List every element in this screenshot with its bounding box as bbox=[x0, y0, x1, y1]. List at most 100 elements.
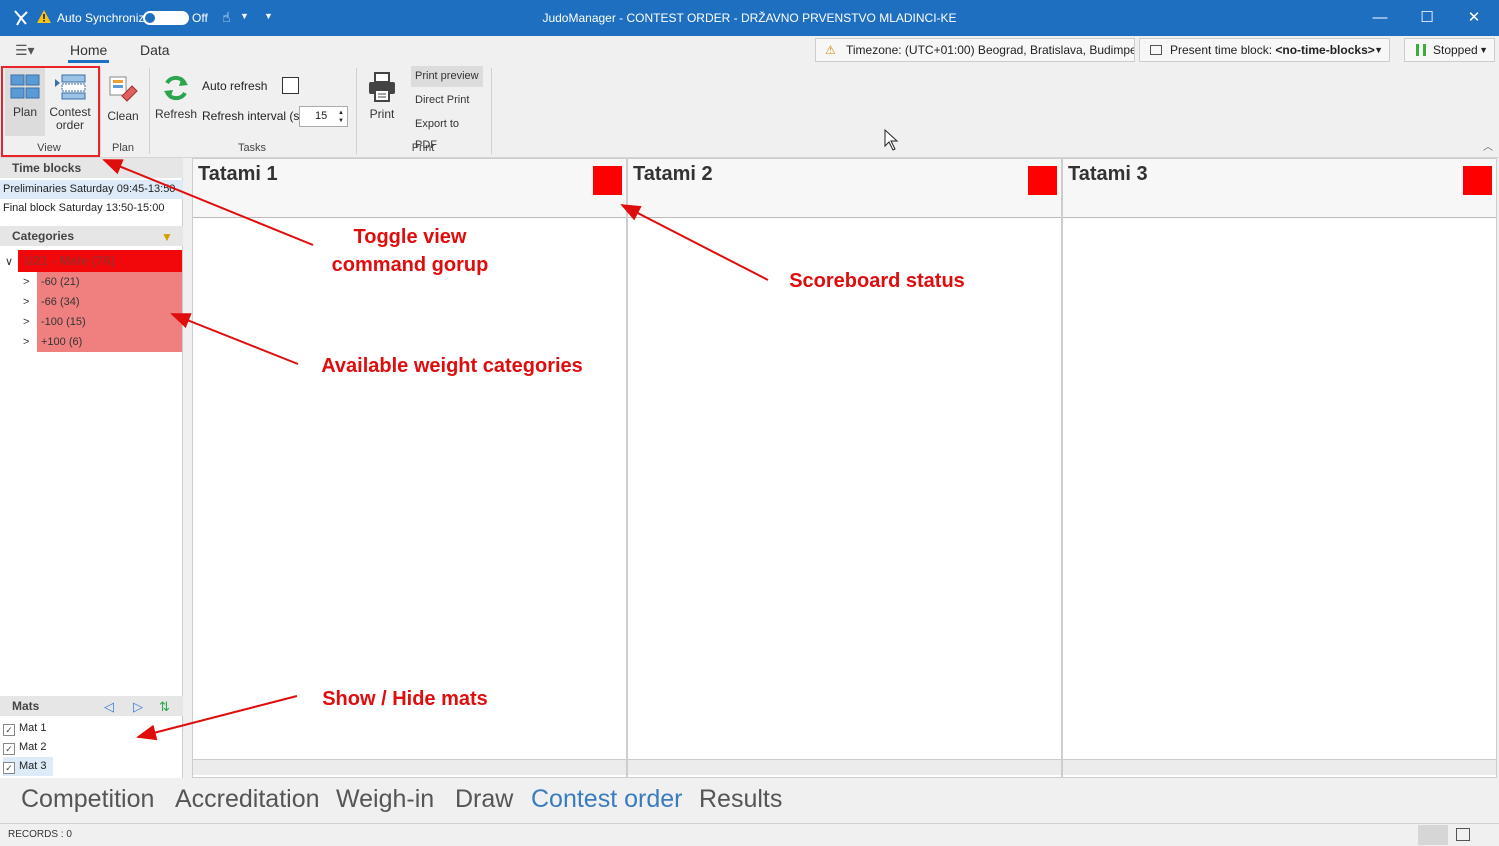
present-time-block-selector[interactable]: Present time block: <no-time-blocks> ▼ bbox=[1139, 38, 1390, 62]
maximize-button[interactable]: ☐ bbox=[1404, 0, 1450, 36]
time-block-value: <no-time-blocks> bbox=[1275, 43, 1375, 57]
horizontal-scrollbar[interactable] bbox=[193, 759, 626, 775]
group-separator bbox=[149, 68, 150, 154]
tatami-name: Tatami 3 bbox=[1068, 163, 1148, 185]
run-state-label: Stopped bbox=[1433, 43, 1478, 57]
printer-icon bbox=[369, 72, 395, 102]
window-title: JudoManager - CONTEST ORDER - DRŽAVNO PR… bbox=[542, 11, 957, 25]
horizontal-scrollbar[interactable] bbox=[1063, 759, 1496, 775]
ribbon-tab-row: ☰▾ Home Data ⚠ Timezone: (UTC+01:00) Beo… bbox=[0, 36, 1499, 64]
mats-header: Mats bbox=[0, 696, 183, 716]
chevron-right-icon[interactable]: > bbox=[23, 296, 29, 308]
chevron-down-icon: ▼ bbox=[1374, 45, 1383, 55]
warning-icon: ⚠ bbox=[825, 43, 836, 57]
nav-weigh-in[interactable]: Weigh-in bbox=[336, 785, 434, 814]
annotation-scoreboard-status: Scoreboard status bbox=[789, 270, 965, 292]
reading-view-icon[interactable] bbox=[1456, 828, 1470, 841]
next-mat-icon[interactable]: ▷ bbox=[133, 699, 143, 715]
annotation-toggle-view: Toggle view command gorup bbox=[300, 223, 520, 279]
chevron-right-icon[interactable]: > bbox=[23, 276, 29, 288]
close-button[interactable]: ✕ bbox=[1451, 0, 1497, 36]
print-group-label: Print bbox=[411, 142, 435, 154]
time-block-icon bbox=[1150, 45, 1162, 55]
eraser-icon bbox=[109, 76, 138, 102]
group-separator bbox=[100, 68, 101, 154]
nav-contest-order[interactable]: Contest order bbox=[531, 785, 682, 814]
direct-print-button[interactable]: Direct Print bbox=[411, 90, 483, 111]
print-label: Print bbox=[369, 107, 395, 121]
checkbox-checked-icon[interactable]: ✓ bbox=[3, 762, 15, 774]
annotation-line: Toggle view bbox=[353, 226, 467, 248]
sort-mats-icon[interactable]: ⇅ bbox=[159, 699, 170, 715]
tasks-group-label: Tasks bbox=[237, 142, 267, 154]
app-menu-icon[interactable]: ☰▾ bbox=[15, 42, 35, 59]
chevron-down-icon: ▼ bbox=[1479, 45, 1488, 55]
print-preview-button[interactable]: Print preview bbox=[411, 66, 483, 87]
scoreboard-status-indicator bbox=[593, 166, 622, 195]
collapse-ribbon-icon[interactable]: ︿ bbox=[1483, 138, 1493, 153]
group-separator bbox=[491, 68, 492, 154]
tatami-name: Tatami 2 bbox=[633, 163, 713, 185]
category-item[interactable]: -100 (15) bbox=[37, 312, 86, 332]
annotation-line: command gorup bbox=[331, 254, 489, 276]
time-block-row[interactable]: Preliminaries Saturday 09:45-13:50 bbox=[0, 180, 183, 199]
timezone-label: Timezone: (UTC+01:00) Beograd, Bratislav… bbox=[846, 43, 1135, 57]
mat-label: Mat 2 bbox=[19, 741, 47, 753]
tatami-header: Tatami 3 bbox=[1063, 159, 1496, 218]
annotation-weight-categories: Available weight categories bbox=[321, 355, 583, 377]
category-root-item[interactable]: U21 - Male (76) bbox=[18, 250, 182, 272]
nav-accreditation[interactable]: Accreditation bbox=[175, 785, 320, 814]
checkbox-checked-icon[interactable]: ✓ bbox=[3, 743, 15, 755]
categories-header: Categories bbox=[0, 226, 183, 246]
scoreboard-status-indicator bbox=[1028, 166, 1057, 195]
tab-home[interactable]: Home bbox=[67, 42, 110, 63]
time-block-label: Present time block: bbox=[1170, 43, 1273, 57]
category-item[interactable]: -60 (21) bbox=[37, 272, 80, 292]
spin-up-icon[interactable]: ▲ bbox=[338, 110, 344, 116]
auto-refresh-checkbox[interactable] bbox=[282, 77, 299, 94]
status-bar: RECORDS : 0 bbox=[0, 823, 1499, 846]
module-navigation: Competition Accreditation Weigh-in Draw … bbox=[0, 778, 1499, 823]
pause-icon bbox=[1416, 44, 1426, 56]
chevron-right-icon[interactable]: > bbox=[23, 336, 29, 348]
left-panel: Time blocks Preliminaries Saturday 09:45… bbox=[0, 158, 183, 778]
records-count: RECORDS : 0 bbox=[8, 829, 72, 840]
auto-refresh-label: Auto refresh bbox=[202, 79, 268, 93]
refresh-interval-spinner[interactable]: 15 ▲ ▼ bbox=[299, 106, 348, 127]
time-block-row[interactable]: Final block Saturday 13:50-15:00 bbox=[0, 199, 183, 218]
mat-label: Mat 1 bbox=[19, 722, 47, 734]
export-to-pdf-button[interactable]: Export to PDF bbox=[411, 114, 483, 151]
tatami-column: Tatami 2 bbox=[627, 158, 1062, 778]
group-separator bbox=[356, 68, 357, 154]
mat-checkbox-row[interactable]: ✓ Mat 3 bbox=[3, 757, 53, 776]
previous-mat-icon[interactable]: ◁ bbox=[104, 699, 114, 715]
nav-results[interactable]: Results bbox=[699, 785, 782, 814]
category-item[interactable]: +100 (6) bbox=[37, 332, 82, 352]
nav-competition[interactable]: Competition bbox=[21, 785, 154, 814]
clean-label: Clean bbox=[107, 109, 139, 123]
chevron-right-icon[interactable]: > bbox=[23, 316, 29, 328]
refresh-button[interactable]: Refresh bbox=[154, 66, 198, 121]
filter-icon[interactable]: ▼ bbox=[161, 230, 173, 244]
plan-group-label: Plan bbox=[111, 142, 135, 154]
checkbox-checked-icon[interactable]: ✓ bbox=[3, 724, 15, 736]
minimize-button[interactable]: — bbox=[1357, 0, 1403, 36]
run-state-selector[interactable]: Stopped ▼ bbox=[1404, 38, 1495, 62]
chevron-down-icon[interactable]: ∨ bbox=[5, 255, 13, 268]
clean-button[interactable]: Clean bbox=[104, 66, 142, 123]
mat-label: Mat 3 bbox=[19, 760, 47, 772]
nav-draw[interactable]: Draw bbox=[455, 785, 513, 814]
normal-view-icon[interactable] bbox=[1418, 825, 1448, 845]
print-button[interactable]: Print bbox=[362, 66, 402, 121]
spin-down-icon[interactable]: ▼ bbox=[338, 118, 344, 124]
refresh-interval-value: 15 bbox=[315, 110, 328, 122]
timezone-selector[interactable]: ⚠ Timezone: (UTC+01:00) Beograd, Bratisl… bbox=[815, 38, 1135, 62]
title-bar: Auto Synchronize Off ☝ ▼ ▼ JudoManager -… bbox=[0, 0, 1499, 36]
tab-data[interactable]: Data bbox=[140, 42, 170, 58]
refresh-interval-label: Refresh interval (s) bbox=[202, 109, 304, 123]
category-item[interactable]: -66 (34) bbox=[37, 292, 80, 312]
tatami-header: Tatami 2 bbox=[628, 159, 1061, 218]
mat-checkbox-row[interactable]: ✓ Mat 2 bbox=[3, 738, 47, 757]
horizontal-scrollbar[interactable] bbox=[628, 759, 1061, 775]
mat-checkbox-row[interactable]: ✓ Mat 1 bbox=[3, 719, 47, 738]
